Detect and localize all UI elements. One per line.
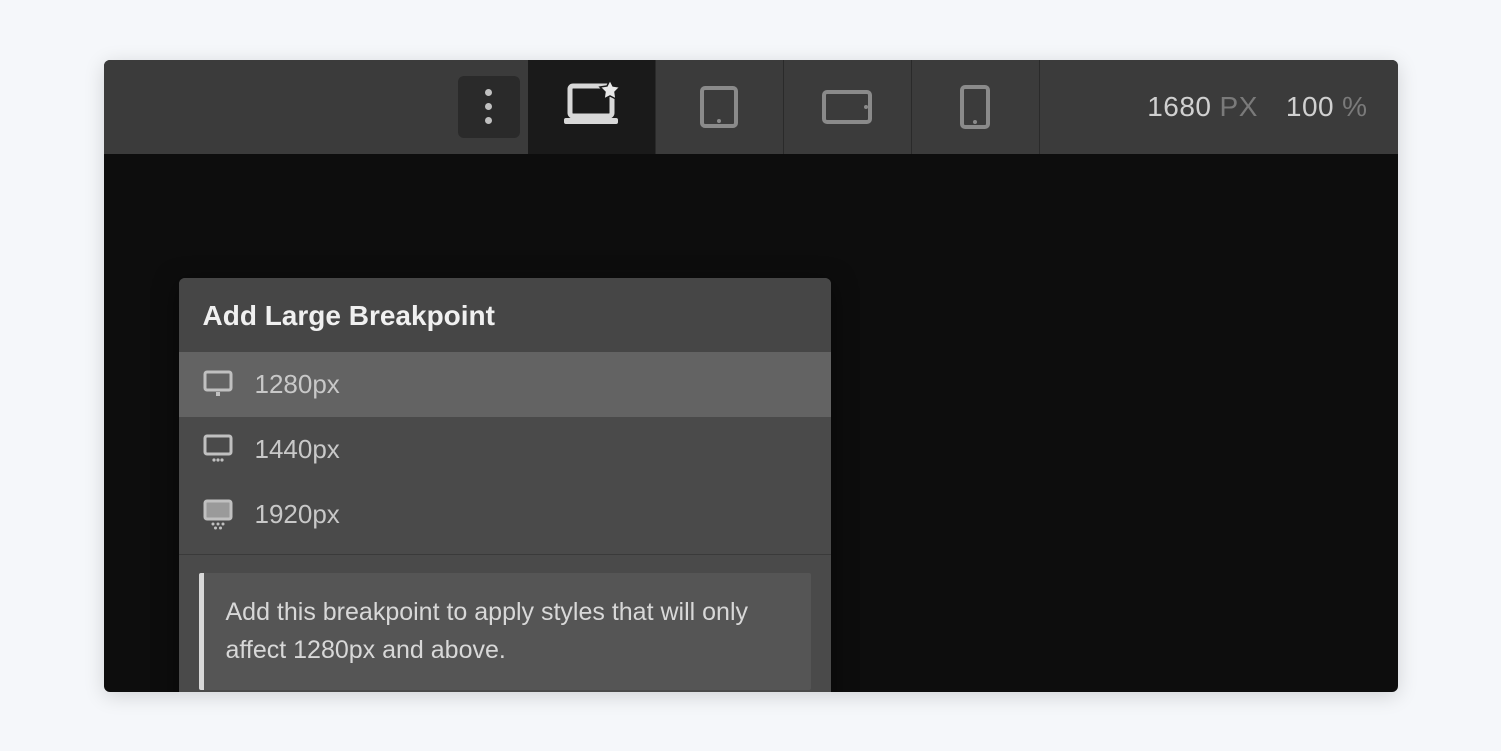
app-window: 1680 PX 100 % Add Large Breakpoint 1280p…: [104, 60, 1398, 692]
divider: [179, 554, 831, 555]
viewport-readout: 1680 PX 100 %: [1147, 91, 1367, 123]
dropdown-title: Add Large Breakpoint: [179, 278, 831, 352]
zoom-unit: %: [1342, 91, 1367, 123]
breakpoint-option-1440[interactable]: 1440px: [179, 417, 831, 482]
kebab-icon: [485, 89, 492, 124]
more-options-button[interactable]: [458, 76, 520, 138]
phone-breakpoint-button[interactable]: [912, 60, 1040, 154]
desktop-breakpoint-button[interactable]: [528, 60, 656, 154]
tablet-landscape-breakpoint-button[interactable]: [784, 60, 912, 154]
device-switcher: [458, 60, 1040, 154]
tablet-breakpoint-button[interactable]: [656, 60, 784, 154]
canvas-area: Add Large Breakpoint 1280px 1440px: [104, 154, 1398, 692]
breakpoint-option-1920[interactable]: 1920px: [179, 482, 831, 548]
add-breakpoint-dropdown: Add Large Breakpoint 1280px 1440px: [179, 278, 831, 692]
viewport-width-unit: PX: [1220, 91, 1258, 123]
monitor-medium-icon: [203, 434, 233, 464]
monitor-large-icon: [203, 499, 233, 531]
laptop-star-icon: [560, 80, 622, 133]
breakpoint-hint: Add this breakpoint to apply styles that…: [199, 573, 811, 691]
breakpoint-label: 1920px: [255, 499, 340, 530]
tablet-icon: [697, 85, 741, 129]
tablet-landscape-icon: [821, 87, 873, 127]
breakpoint-option-1280[interactable]: 1280px: [179, 352, 831, 417]
phone-icon: [958, 84, 992, 130]
zoom-value[interactable]: 100: [1286, 91, 1334, 123]
breakpoint-label: 1280px: [255, 369, 340, 400]
breakpoint-label: 1440px: [255, 434, 340, 465]
monitor-icon: [203, 370, 233, 398]
viewport-width-value[interactable]: 1680: [1147, 91, 1211, 123]
breakpoint-toolbar: 1680 PX 100 %: [104, 60, 1398, 154]
